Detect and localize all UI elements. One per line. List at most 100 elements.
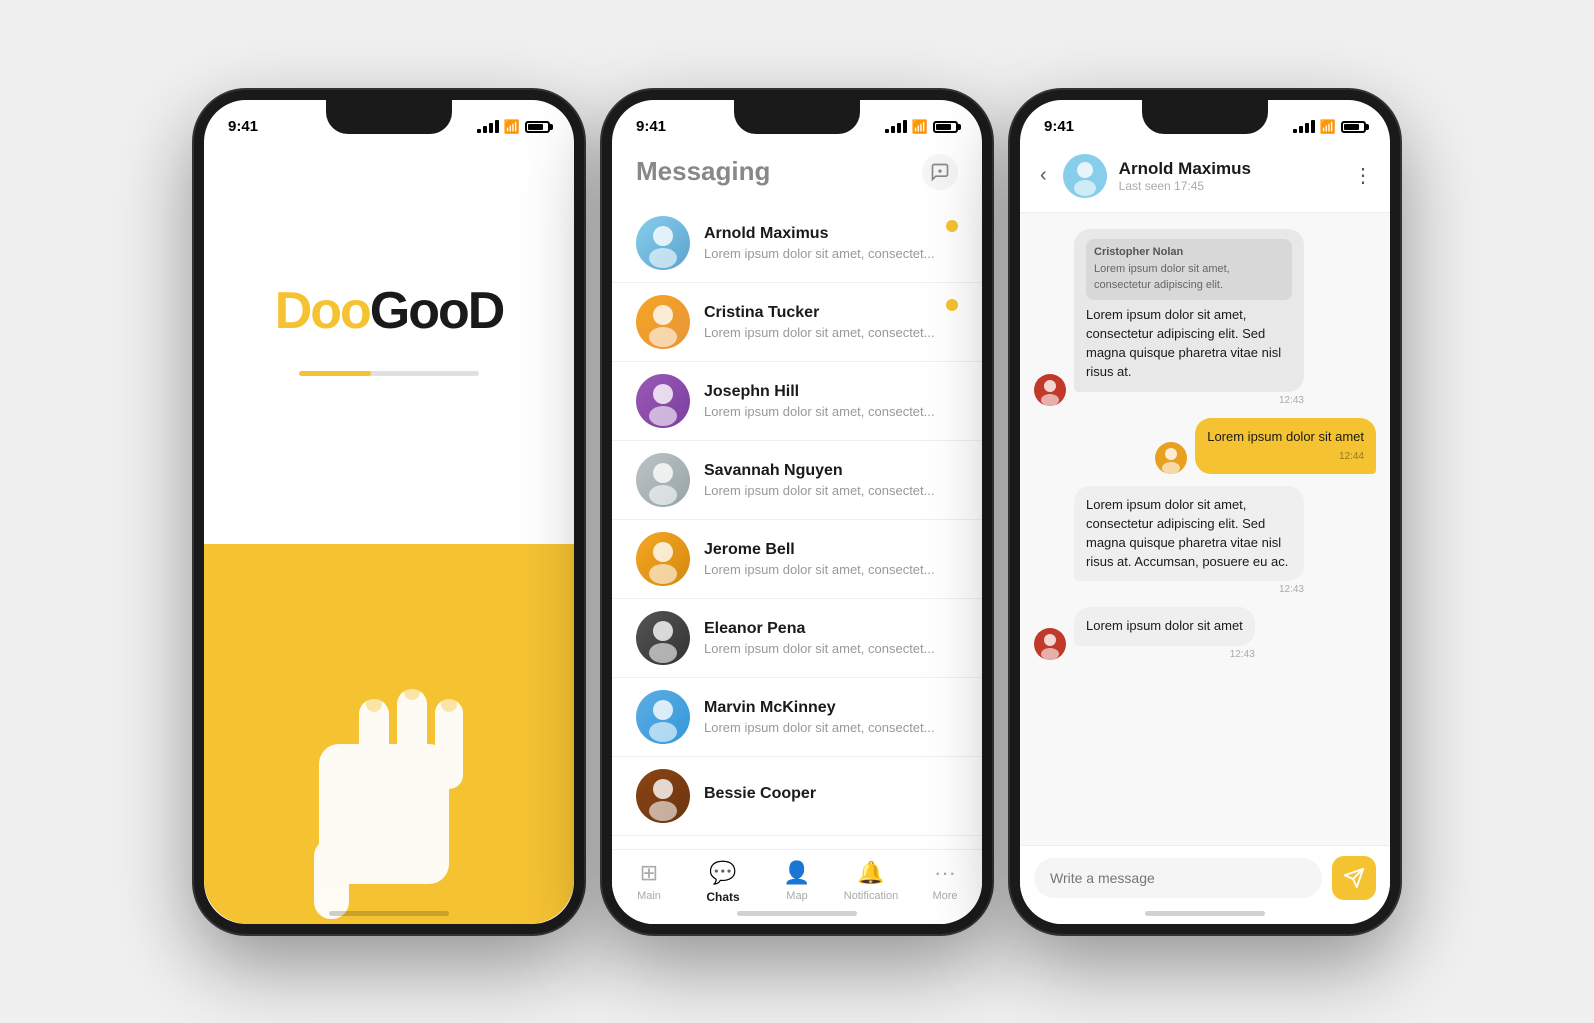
contact-info-cristina: Cristina Tucker Lorem ipsum dolor sit am… [704, 304, 958, 340]
chat-messages: Cristopher Nolan Lorem ipsum dolor sit a… [1020, 213, 1390, 845]
contact-name-eleanor: Eleanor Pena [704, 620, 958, 638]
avatar-img-eleanor [636, 611, 690, 665]
contact-info-joseph: Josephn Hill Lorem ipsum dolor sit amet,… [704, 383, 958, 419]
msg-time-4: 12:43 [1074, 649, 1255, 660]
nav-item-map[interactable]: 👤 Map [760, 860, 834, 904]
battery-icon-2 [933, 121, 958, 133]
send-button[interactable] [1332, 856, 1376, 900]
contact-info-bessie: Bessie Cooper [704, 785, 958, 806]
contact-item-jerome[interactable]: Jerome Bell Lorem ipsum dolor sit amet, … [612, 520, 982, 599]
quote-block-1: Cristopher Nolan Lorem ipsum dolor sit a… [1086, 239, 1292, 301]
avatar-img-jerome [636, 532, 690, 586]
contact-item-bessie[interactable]: Bessie Cooper [612, 757, 982, 836]
battery-icon-3 [1341, 121, 1366, 133]
chat-user-info: Arnold Maximus Last seen 17:45 [1119, 159, 1341, 193]
status-icons-1: 📶 [477, 119, 550, 135]
wifi-icon: 📶 [504, 119, 520, 135]
time-2: 9:41 [636, 118, 666, 135]
avatar-img-cristina [636, 295, 690, 349]
message-2: Lorem ipsum dolor sit amet 12:44 [1034, 418, 1376, 474]
msg-text-4: Lorem ipsum dolor sit amet [1086, 618, 1243, 633]
msg-text-3: Lorem ipsum dolor sit amet, consectetur … [1086, 497, 1288, 569]
contact-name-jerome: Jerome Bell [704, 541, 958, 559]
contact-item-eleanor[interactable]: Eleanor Pena Lorem ipsum dolor sit amet,… [612, 599, 982, 678]
bubble-wrap-4: Lorem ipsum dolor sit amet 12:43 [1074, 607, 1255, 660]
chat-user-name: Arnold Maximus [1119, 159, 1341, 179]
msg-avatar-img-4 [1034, 628, 1066, 660]
signal-icon [477, 120, 499, 133]
avatar-img-joseph [636, 374, 690, 428]
nav-item-notification[interactable]: 🔔 Notification [834, 860, 908, 904]
phones-container: 9:41 📶 DooGooD [174, 70, 1420, 954]
notification-nav-icon: 🔔 [857, 860, 884, 886]
avatar-arnold [636, 216, 690, 270]
message-1: Cristopher Nolan Lorem ipsum dolor sit a… [1034, 229, 1376, 406]
contact-list: Arnold Maximus Lorem ipsum dolor sit ame… [612, 204, 982, 849]
avatar-marvin [636, 690, 690, 744]
avatar-eleanor [636, 611, 690, 665]
contact-name-bessie: Bessie Cooper [704, 785, 958, 803]
avatar-joseph [636, 374, 690, 428]
wifi-icon-3: 📶 [1320, 119, 1336, 135]
contact-item-savannah[interactable]: Savannah Nguyen Lorem ipsum dolor sit am… [612, 441, 982, 520]
wifi-icon-2: 📶 [912, 119, 928, 135]
bubble-4: Lorem ipsum dolor sit amet [1074, 607, 1255, 646]
messaging-title: Messaging [636, 156, 770, 187]
hand-illustration [259, 644, 519, 924]
notification-nav-label: Notification [844, 890, 898, 902]
home-indicator [329, 911, 449, 916]
bubble-1: Cristopher Nolan Lorem ipsum dolor sit a… [1074, 229, 1304, 392]
loading-progress [299, 371, 479, 376]
contact-item-joseph[interactable]: Josephn Hill Lorem ipsum dolor sit amet,… [612, 362, 982, 441]
bubble-wrap-3: Lorem ipsum dolor sit amet, consectetur … [1074, 486, 1304, 595]
chat-avatar-img [1063, 154, 1107, 198]
chats-nav-label: Chats [706, 890, 739, 904]
nav-item-main[interactable]: ⊞ Main [612, 860, 686, 904]
phone-splash: 9:41 📶 DooGooD [194, 90, 584, 934]
contact-info-savannah: Savannah Nguyen Lorem ipsum dolor sit am… [704, 462, 958, 498]
msg-text-2: Lorem ipsum dolor sit amet [1207, 429, 1364, 444]
compose-button[interactable] [922, 154, 958, 190]
bubble-2: Lorem ipsum dolor sit amet 12:44 [1195, 418, 1376, 474]
contact-preview-joseph: Lorem ipsum dolor sit amet, consectet... [704, 404, 958, 419]
more-options-button[interactable]: ⋮ [1353, 163, 1374, 188]
logo-doo: Doo [275, 281, 370, 341]
signal-icon-3 [1293, 120, 1315, 133]
contact-item-marvin[interactable]: Marvin McKinney Lorem ipsum dolor sit am… [612, 678, 982, 757]
home-indicator-3 [1145, 911, 1265, 916]
msg-time-2: 12:44 [1207, 450, 1364, 465]
send-icon [1343, 867, 1365, 889]
splash-top: DooGooD [204, 144, 574, 544]
chat-header: ‹ Arnold Maximus Last seen 17:45 ⋮ [1020, 144, 1390, 213]
msg-text-1: Lorem ipsum dolor sit amet, consectetur … [1086, 307, 1281, 379]
map-nav-icon: 👤 [783, 860, 810, 886]
nav-item-chats[interactable]: 💬 Chats [686, 860, 760, 904]
map-nav-label: Map [786, 890, 807, 902]
avatar-img-savannah [636, 453, 690, 507]
contact-item-arnold[interactable]: Arnold Maximus Lorem ipsum dolor sit ame… [612, 204, 982, 283]
msg-avatar-incoming-1 [1034, 374, 1066, 406]
app-logo: DooGooD [275, 281, 504, 341]
nav-item-more[interactable]: ··· More [908, 860, 982, 904]
contact-preview-marvin: Lorem ipsum dolor sit amet, consectet... [704, 720, 958, 735]
chat-user-avatar [1063, 154, 1107, 198]
msg-avatar-outgoing-2 [1155, 442, 1187, 474]
msg-avatar-img-2 [1155, 442, 1187, 474]
status-bar-2: 9:41 📶 [612, 100, 982, 144]
bubble-3: Lorem ipsum dolor sit amet, consectetur … [1074, 486, 1304, 581]
contact-item-cristina[interactable]: Cristina Tucker Lorem ipsum dolor sit am… [612, 283, 982, 362]
signal-icon-2 [885, 120, 907, 133]
time-3: 9:41 [1044, 118, 1074, 135]
contact-preview-eleanor: Lorem ipsum dolor sit amet, consectet... [704, 641, 958, 656]
messaging-content: Messaging [612, 144, 982, 924]
chat-user-status: Last seen 17:45 [1119, 179, 1341, 193]
contact-info-jerome: Jerome Bell Lorem ipsum dolor sit amet, … [704, 541, 958, 577]
message-3: Lorem ipsum dolor sit amet, consectetur … [1034, 486, 1376, 595]
status-icons-2: 📶 [885, 119, 958, 135]
more-nav-icon: ··· [934, 860, 956, 886]
msg-avatar-img-1 [1034, 374, 1066, 406]
contact-preview-savannah: Lorem ipsum dolor sit amet, consectet... [704, 483, 958, 498]
back-button[interactable]: ‹ [1036, 160, 1051, 191]
message-input[interactable] [1034, 858, 1322, 898]
avatar-bessie [636, 769, 690, 823]
